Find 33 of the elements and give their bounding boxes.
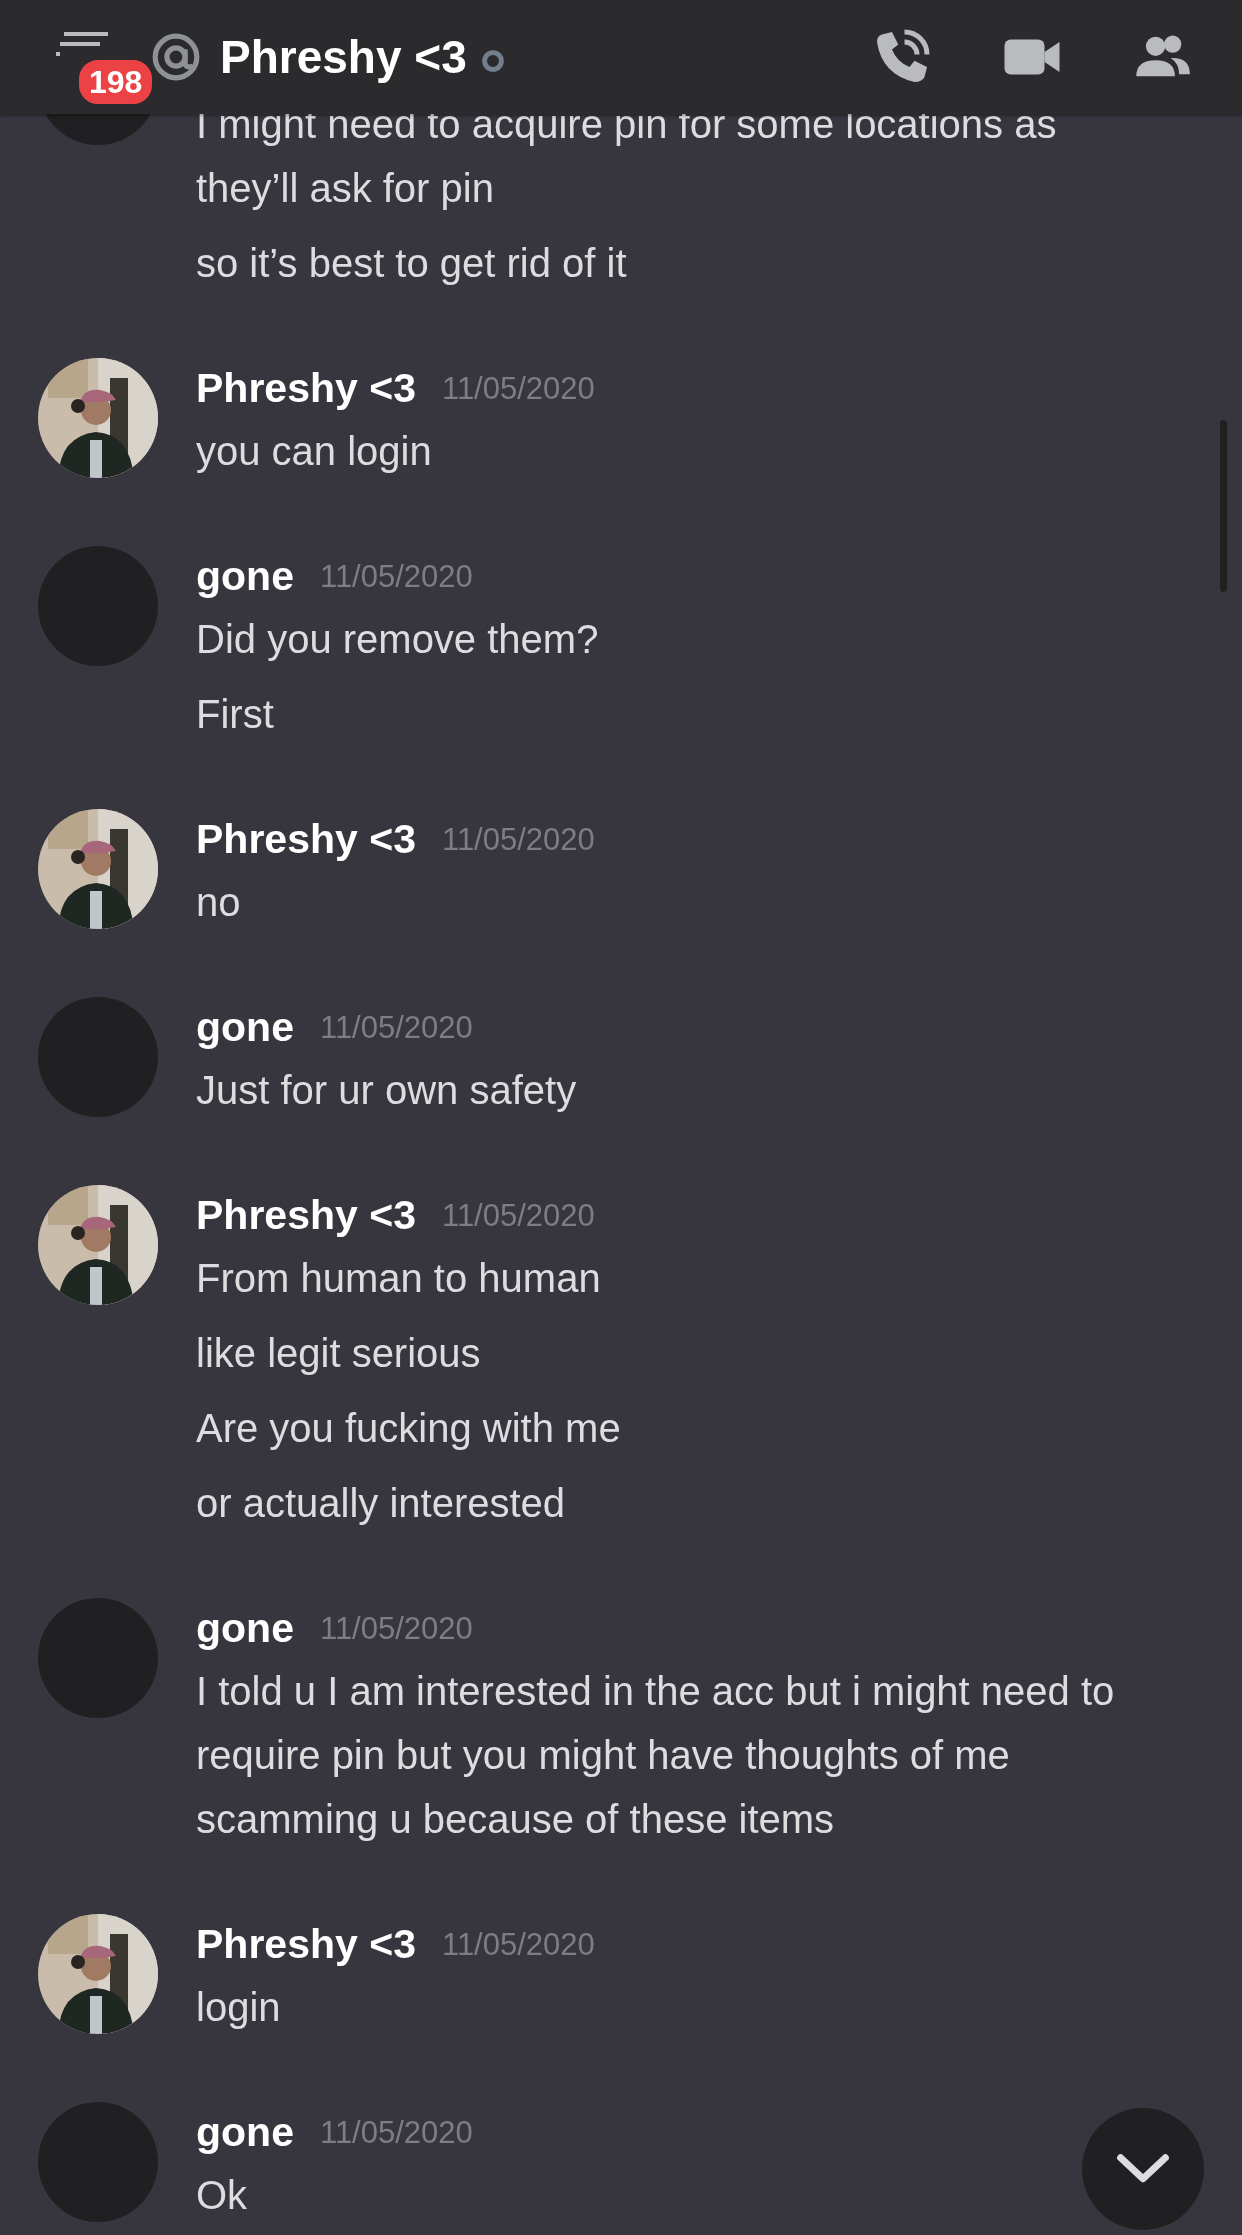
username[interactable]: Phreshy <3	[196, 1921, 416, 1968]
username[interactable]: Phreshy <3	[196, 1192, 416, 1239]
message-text: First	[196, 691, 274, 738]
username[interactable]: gone	[196, 2109, 294, 2156]
message-text: Ok	[196, 2172, 248, 2219]
username[interactable]: gone	[196, 1605, 294, 1652]
chat-title: Phreshy <3	[220, 30, 467, 84]
message-text: you can login	[196, 428, 432, 475]
timestamp: 11/05/2020	[319, 1610, 473, 1647]
message-text: Are you fucking with me	[196, 1405, 621, 1452]
username[interactable]: Phreshy <3	[196, 365, 416, 412]
message-text: no	[196, 879, 241, 926]
timestamp: 11/05/2020	[441, 1197, 595, 1234]
message-text: or actually interested	[196, 1480, 566, 1527]
message-text: like legit serious	[196, 1330, 481, 1377]
username[interactable]: gone	[196, 553, 294, 600]
message-text: Did you remove them?	[196, 616, 599, 663]
timestamp: 11/05/2020	[319, 2114, 473, 2151]
timestamp: 11/05/2020	[441, 821, 595, 858]
message-text: I told u I am interested in the acc but i might need to require pin but you might have thoughts of me scamming u because of these items	[196, 1668, 1116, 1843]
message-text: so it’s best to get rid of it	[196, 240, 627, 287]
username[interactable]: gone	[196, 1004, 294, 1051]
timestamp: 11/05/2020	[441, 1926, 595, 1963]
timestamp: 11/05/2020	[441, 370, 595, 407]
message-text: From human to human	[196, 1255, 601, 1302]
timestamp: 11/05/2020	[319, 1009, 473, 1046]
timestamp: 11/05/2020	[319, 558, 473, 595]
scrollbar[interactable]	[1220, 420, 1227, 592]
at-sign-icon	[150, 31, 202, 83]
username[interactable]: Phreshy <3	[196, 816, 416, 863]
offline-status-icon	[480, 49, 505, 73]
message-text: login	[196, 1984, 281, 2031]
message-text: Just for ur own safety	[196, 1067, 577, 1114]
